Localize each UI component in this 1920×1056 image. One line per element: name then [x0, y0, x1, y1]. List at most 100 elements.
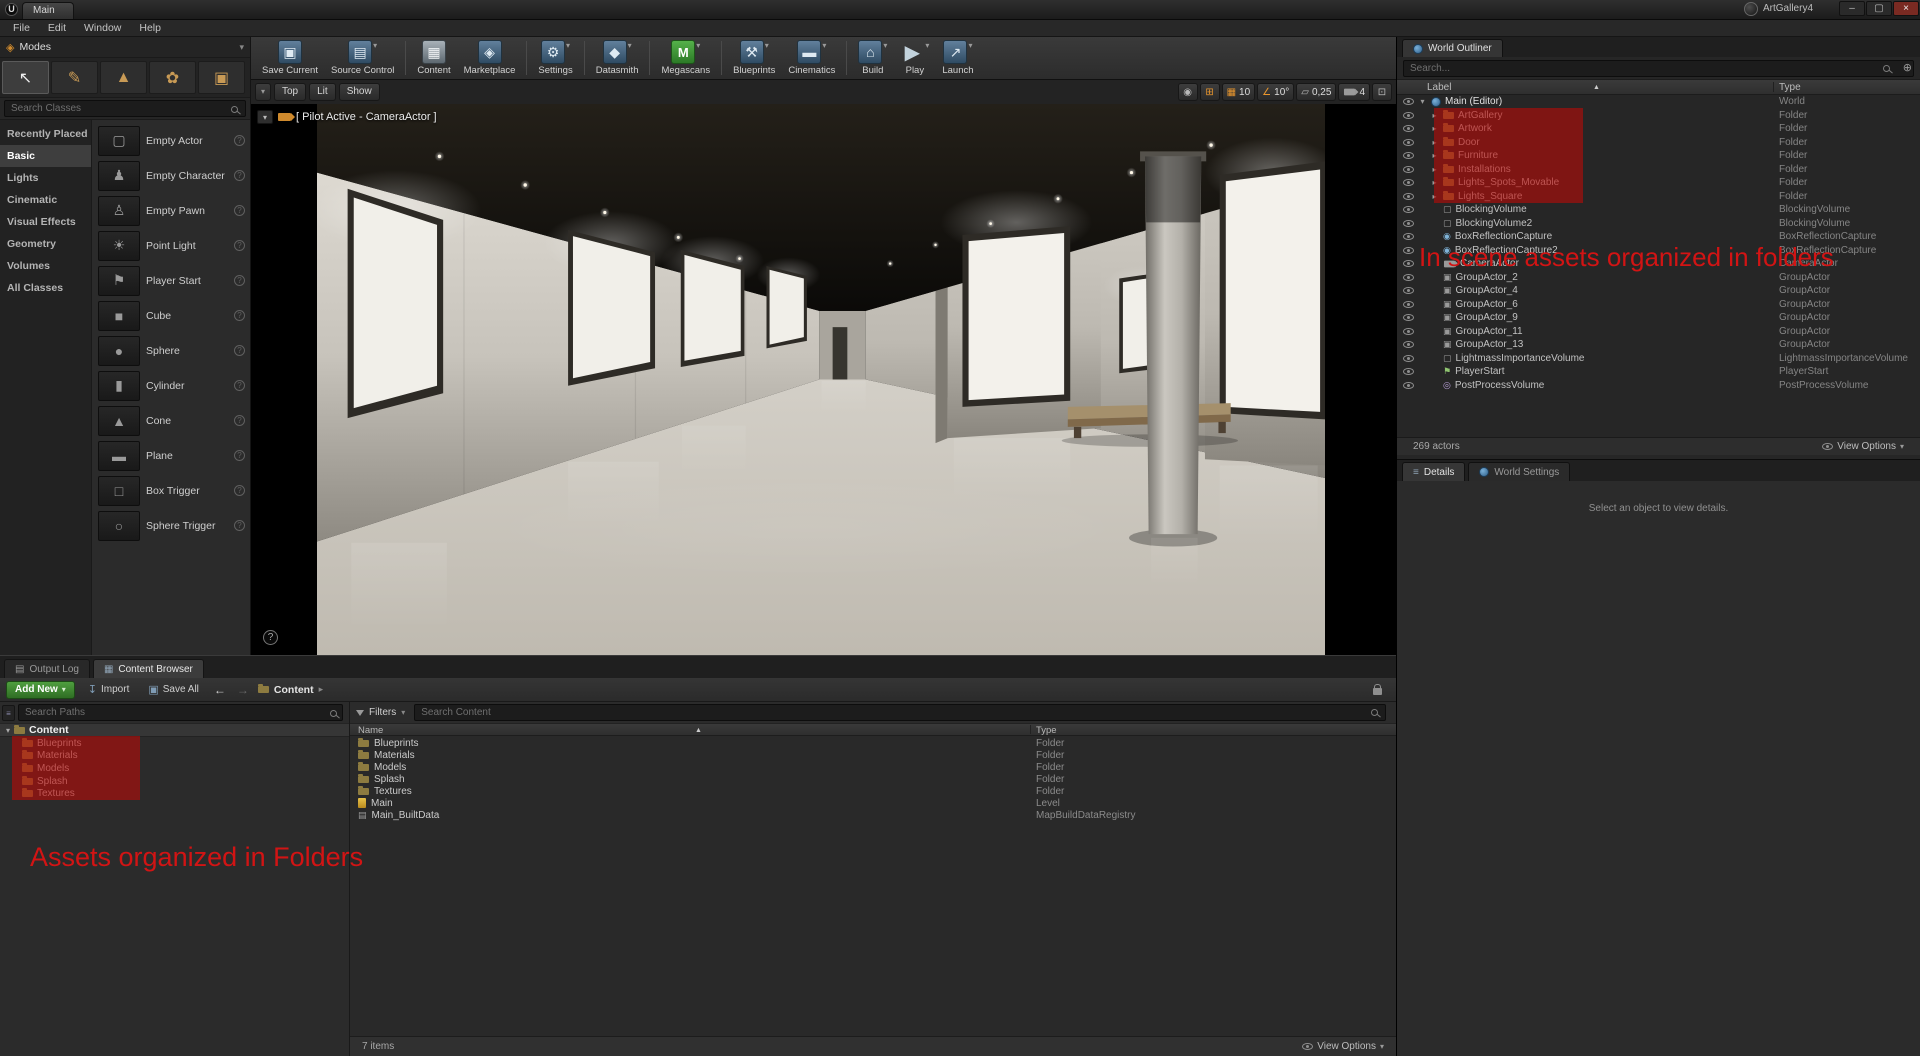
filter-funnel-icon[interactable] — [356, 709, 364, 716]
scale-snap-button[interactable]: ▱ 0,25 — [1296, 83, 1337, 101]
toolbar-button-launch[interactable]: ↗ ▾ Launch — [937, 39, 978, 77]
visibility-eye-icon[interactable] — [1403, 98, 1414, 106]
asset-row-main[interactable]: Main Level — [350, 797, 1396, 809]
expander-closed-icon[interactable]: ▸ — [1430, 138, 1439, 147]
search-classes-input[interactable] — [4, 100, 246, 117]
outliner-row-lights-square[interactable]: ▸ Lights_Square Folder — [1397, 190, 1920, 204]
asset-row-materials[interactable]: Materials Folder — [350, 749, 1396, 761]
place-item-player-start[interactable]: ⚑ Player Start? — [92, 263, 250, 298]
modes-header[interactable]: ◈ Modes ▾ — [0, 37, 250, 58]
expander-closed-icon[interactable]: ▸ — [1430, 178, 1439, 187]
tree-item-textures[interactable]: Textures — [0, 787, 349, 800]
tree-item-blueprints[interactable]: Blueprints — [0, 737, 349, 750]
toolbar-button-save-current[interactable]: ▣ Save Current — [257, 39, 323, 77]
outliner-row-groupactor-13[interactable]: ▣ GroupActor_13 GroupActor — [1397, 338, 1920, 352]
viewport-help-icon[interactable]: ? — [263, 630, 278, 645]
viewport-options-button[interactable]: ▾ — [255, 83, 271, 101]
outliner-row-blockingvolume2[interactable]: ▢ BlockingVolume2 BlockingVolume — [1397, 217, 1920, 231]
outliner-row-artwork[interactable]: ▸ Artwork Folder — [1397, 122, 1920, 136]
visibility-eye-icon[interactable] — [1403, 300, 1414, 308]
place-item-sphere-trigger[interactable]: ○ Sphere Trigger? — [92, 508, 250, 543]
tree-item-splash[interactable]: Splash — [0, 775, 349, 788]
asset-row-main-builtdata[interactable]: ▤ Main_BuiltData MapBuildDataRegistry — [350, 809, 1396, 821]
toolbar-button-cinematics[interactable]: ▬ ▾ Cinematics — [783, 39, 840, 77]
place-item-sphere[interactable]: ● Sphere? — [92, 333, 250, 368]
outliner-row-groupactor-9[interactable]: ▣ GroupActor_9 GroupActor — [1397, 311, 1920, 325]
tab-world-settings[interactable]: World Settings — [1468, 462, 1571, 481]
tree-item-materials[interactable]: Materials — [0, 750, 349, 763]
visibility-eye-icon[interactable] — [1403, 111, 1414, 119]
chevron-down-icon[interactable]: ▾ — [883, 41, 887, 50]
place-item-point-light[interactable]: ☀ Point Light? — [92, 228, 250, 263]
view-options-button[interactable]: View Options ▾ — [1822, 441, 1904, 452]
asset-list-header[interactable]: Name ▲ Type — [350, 723, 1396, 736]
viewport-top-button[interactable]: Top — [274, 83, 307, 101]
visibility-eye-icon[interactable] — [1403, 368, 1414, 376]
expander-closed-icon[interactable]: ▸ — [1430, 192, 1439, 201]
toolbar-button-settings[interactable]: ⚙ ▾ Settings — [533, 39, 577, 77]
surface-snap-icon[interactable]: ⊞ — [1199, 83, 1220, 101]
visibility-eye-icon[interactable] — [1403, 381, 1414, 389]
tab-world-outliner[interactable]: World Outliner — [1402, 39, 1503, 57]
menu-item-window[interactable]: Window — [75, 22, 130, 34]
visibility-eye-icon[interactable] — [1403, 287, 1414, 295]
place-item-cone[interactable]: ▲ Cone? — [92, 403, 250, 438]
close-button[interactable]: × — [1893, 1, 1919, 16]
outliner-row-blockingvolume[interactable]: ▢ BlockingVolume BlockingVolume — [1397, 203, 1920, 217]
visibility-eye-icon[interactable] — [1403, 233, 1414, 241]
controller-icon[interactable]: ◉ — [1177, 83, 1198, 101]
forward-arrow-icon[interactable]: → — [235, 683, 251, 697]
viewport[interactable]: ▾ Top Lit Show ◉ ⊞ ▦ 10 ∠ 10° ▱ 0,25 4 ⊡ ▾ [ P… — [251, 80, 1396, 655]
level-tab[interactable]: Main — [22, 2, 74, 19]
place-item-empty-character[interactable]: ♟ Empty Character? — [92, 158, 250, 193]
viewport-scene[interactable] — [317, 104, 1325, 655]
visibility-eye-icon[interactable] — [1403, 260, 1414, 268]
chevron-down-icon[interactable]: ▾ — [925, 41, 929, 50]
grid-snap-button[interactable]: ▦ 10 — [1221, 83, 1256, 101]
asset-row-textures[interactable]: Textures Folder — [350, 785, 1396, 797]
toolbar-button-blueprints[interactable]: ⚒ ▾ Blueprints — [728, 39, 780, 77]
expander-open-icon[interactable]: ▾ — [1418, 97, 1427, 106]
visibility-eye-icon[interactable] — [1403, 192, 1414, 200]
category-geometry[interactable]: Geometry — [0, 233, 91, 255]
toolbar-button-source-control[interactable]: ▤ ▾ Source Control — [326, 39, 399, 77]
search-content-input[interactable] — [414, 704, 1386, 721]
eject-pilot-icon[interactable]: ▾ — [257, 110, 273, 124]
breadcrumb[interactable]: Content ▸ — [257, 684, 323, 696]
asset-row-splash[interactable]: Splash Folder — [350, 773, 1396, 785]
expander-closed-icon[interactable]: ▸ — [1430, 151, 1439, 160]
lock-icon[interactable] — [1373, 684, 1382, 695]
outliner-search-input[interactable] — [1403, 59, 1914, 77]
outliner-row-groupactor-4[interactable]: ▣ GroupActor_4 GroupActor — [1397, 284, 1920, 298]
visibility-eye-icon[interactable] — [1403, 314, 1414, 322]
menu-item-help[interactable]: Help — [130, 22, 170, 34]
tab-details[interactable]: ≡ Details — [1402, 462, 1466, 481]
tree-item-models[interactable]: Models — [0, 762, 349, 775]
visibility-eye-icon[interactable] — [1403, 152, 1414, 160]
visibility-eye-icon[interactable] — [1403, 206, 1414, 214]
outliner-row-lightmassimportancevolume[interactable]: ▢ LightmassImportanceVolume LightmassImpor… — [1397, 352, 1920, 366]
camera-speed-button[interactable]: 4 — [1338, 83, 1370, 101]
chevron-down-icon[interactable]: ▾ — [696, 41, 700, 50]
menu-item-file[interactable]: File — [4, 22, 39, 34]
visibility-eye-icon[interactable] — [1403, 138, 1414, 146]
chevron-down-icon[interactable]: ▾ — [566, 41, 570, 50]
viewport-show-button[interactable]: Show — [338, 83, 380, 101]
expander-closed-icon[interactable]: ▸ — [1430, 111, 1439, 120]
place-item-empty-actor[interactable]: ▢ Empty Actor? — [92, 123, 250, 158]
paint-mode-button[interactable]: ✎ — [51, 61, 98, 94]
visibility-eye-icon[interactable] — [1403, 341, 1414, 349]
category-all-classes[interactable]: All Classes — [0, 277, 91, 299]
outliner-row-lights-spots-movable[interactable]: ▸ Lights_Spots_Movable Folder — [1397, 176, 1920, 190]
foliage-mode-button[interactable]: ✿ — [149, 61, 196, 94]
category-cinematic[interactable]: Cinematic — [0, 189, 91, 211]
add-filter-icon[interactable]: ⊕ — [1903, 61, 1912, 74]
toolbar-button-megascans[interactable]: M ▾ Megascans — [656, 39, 715, 77]
visibility-eye-icon[interactable] — [1403, 327, 1414, 335]
visibility-eye-icon[interactable] — [1403, 246, 1414, 254]
place-item-cube[interactable]: ■ Cube? — [92, 298, 250, 333]
menu-item-edit[interactable]: Edit — [39, 22, 75, 34]
viewport-lit-button[interactable]: Lit — [309, 83, 336, 101]
filters-button[interactable]: Filters — [369, 707, 396, 718]
visibility-eye-icon[interactable] — [1403, 179, 1414, 187]
